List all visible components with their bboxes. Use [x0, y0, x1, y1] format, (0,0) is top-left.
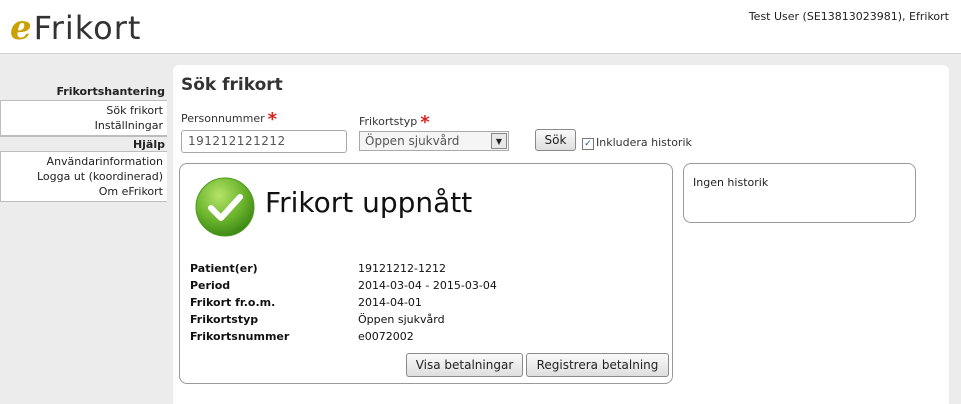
- logo-text: Frikort: [33, 9, 142, 47]
- frikortstyp-label: Frikortstyp *: [359, 109, 430, 133]
- sidebar-item-sok-frikort[interactable]: Sök frikort: [1, 103, 163, 118]
- frikortstyp-select[interactable]: Öppen sjukvård ▼: [359, 131, 509, 151]
- sidebar-box-frikortshantering: Sök frikort Inställningar: [0, 100, 167, 136]
- include-history-checkbox[interactable]: ✓: [582, 138, 594, 150]
- personnummer-label-text: Personnummer: [181, 112, 265, 125]
- sidebar-item-logga-ut[interactable]: Logga ut (koordinerad): [1, 169, 163, 184]
- history-text: Ingen historik: [693, 176, 769, 189]
- personnummer-input[interactable]: 191212121212: [181, 130, 347, 153]
- page-title: Sök frikort: [181, 75, 283, 95]
- sidebar-item-installningar[interactable]: Inställningar: [1, 118, 163, 133]
- dropdown-arrow-icon[interactable]: ▼: [491, 133, 507, 149]
- field-value: e0072002: [358, 330, 414, 343]
- frikortstyp-selected-value: Öppen sjukvård: [365, 134, 460, 148]
- sidebar-section-hjalp: Hjälp: [0, 136, 167, 152]
- register-payment-button[interactable]: Registrera betalning: [526, 353, 669, 377]
- field-key: Frikortsnummer: [190, 330, 290, 343]
- header-divider: [0, 53, 961, 54]
- history-panel: Ingen historik: [683, 163, 916, 223]
- header: e Frikort Test User (SE13813023981), Efr…: [0, 0, 961, 53]
- status-title: Frikort uppnått: [265, 186, 473, 219]
- sidebar: Frikortshantering Sök frikort Inställnin…: [0, 84, 167, 202]
- frikortstyp-label-text: Frikortstyp: [359, 115, 418, 128]
- sidebar-section-frikortshantering: Frikortshantering: [56, 85, 165, 98]
- personnummer-label: Personnummer *: [181, 106, 278, 130]
- field-key: Frikort fr.o.m.: [190, 296, 276, 309]
- green-check-icon: [195, 177, 255, 237]
- result-card: Frikort uppnått Patient(er) 19121212-121…: [179, 163, 673, 384]
- required-mark: *: [267, 109, 278, 130]
- logo-e: e: [10, 8, 32, 48]
- sidebar-item-anvandarinformation[interactable]: Användarinformation: [1, 154, 163, 169]
- field-key: Period: [190, 279, 231, 292]
- show-payments-button[interactable]: Visa betalningar: [406, 353, 523, 377]
- field-key: Frikortstyp: [190, 313, 259, 326]
- field-value: 19121212-1212: [358, 262, 446, 275]
- field-value: 2014-03-04 - 2015-03-04: [358, 279, 497, 292]
- field-key: Patient(er): [190, 262, 258, 275]
- user-info: Test User (SE13813023981), Efrikort: [748, 10, 949, 23]
- field-value: Öppen sjukvård: [358, 313, 445, 326]
- logo: e Frikort: [10, 6, 141, 50]
- main-panel: Sök frikort Personnummer * 191212121212 F…: [173, 65, 949, 404]
- required-mark: *: [420, 112, 430, 133]
- field-value: 2014-04-01: [358, 296, 422, 309]
- sidebar-item-om-efrikort[interactable]: Om eFrikort: [1, 184, 163, 199]
- search-button[interactable]: Sök: [535, 129, 576, 151]
- include-history-label: Inkludera historik: [596, 136, 692, 149]
- sidebar-box-hjalp: Användarinformation Logga ut (koordinera…: [0, 152, 167, 202]
